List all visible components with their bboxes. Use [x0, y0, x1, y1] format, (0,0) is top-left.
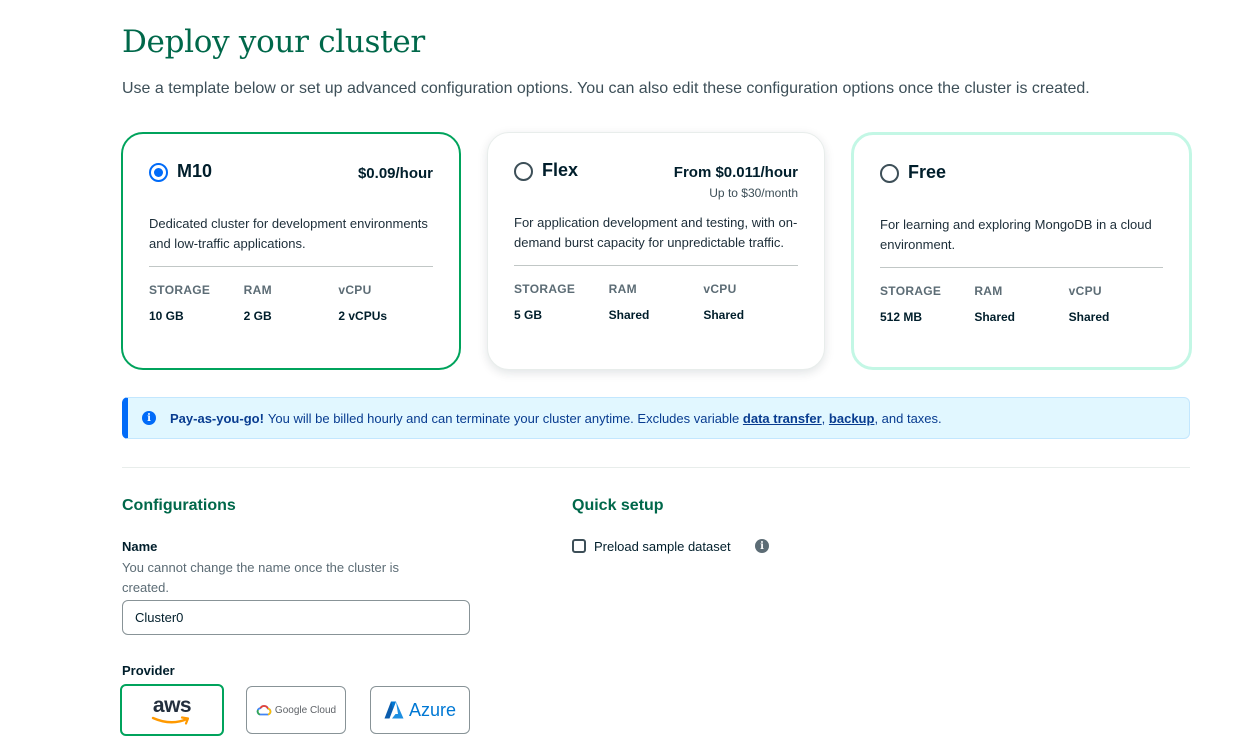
data-transfer-link[interactable]: data transfer	[743, 411, 822, 426]
tier-radio-m10[interactable]	[149, 163, 168, 182]
configurations-title: Configurations	[122, 497, 236, 514]
preload-sample-dataset-checkbox[interactable]	[572, 539, 586, 553]
page-subtitle: Use a template below or set up advanced …	[122, 80, 1090, 97]
info-icon: i	[142, 411, 156, 425]
tier-name: M10	[177, 161, 213, 181]
divider	[514, 265, 798, 266]
spec-value: 2 GB	[243, 309, 272, 323]
billing-banner: i Pay-as-you-go! You will be billed hour…	[122, 397, 1190, 439]
banner-tail: , and taxes.	[874, 410, 942, 426]
spec-vcpu: vCPU 2 vCPUs	[338, 283, 433, 323]
name-label: Name	[122, 539, 158, 554]
tier-card-m10[interactable]: M10 $0.09/hour Dedicated cluster for dev…	[121, 132, 461, 370]
tier-specs: STORAGE 10 GB RAM 2 GB vCPU 2 vCPUs	[149, 283, 433, 323]
tier-radio-free[interactable]	[880, 164, 899, 183]
spec-value: 2 vCPUs	[338, 309, 388, 323]
spec-storage: STORAGE 512 MB	[880, 284, 974, 324]
spec-storage: STORAGE 10 GB	[149, 283, 244, 323]
tier-description: For application development and testing,…	[514, 215, 798, 250]
google-cloud-icon	[256, 705, 272, 716]
provider-label: Provider	[122, 663, 175, 678]
aws-logo-text: aws	[152, 693, 192, 717]
info-icon[interactable]: i	[755, 539, 769, 553]
divider	[880, 267, 1163, 268]
tier-card-flex[interactable]: Flex From $0.011/hour Up to $30/month Fo…	[487, 132, 825, 370]
name-help-text: You cannot change the name once the clus…	[122, 560, 400, 595]
banner-text: You will be billed hourly and can termin…	[267, 410, 740, 426]
spec-value: 10 GB	[149, 309, 184, 323]
spec-label: STORAGE	[514, 282, 576, 296]
banner-separator: ,	[821, 410, 826, 426]
spec-label: vCPU	[703, 282, 737, 296]
spec-ram: RAM 2 GB	[244, 283, 339, 323]
tier-description: For learning and exploring MongoDB in a …	[880, 217, 1152, 252]
azure-text: Azure	[408, 699, 457, 720]
spec-label: STORAGE	[880, 284, 942, 298]
tier-specs: STORAGE 5 GB RAM Shared vCPU Shared	[514, 282, 798, 322]
tier-description: Dedicated cluster for development enviro…	[149, 216, 428, 251]
spec-label: RAM	[974, 284, 1003, 298]
cluster-name-input[interactable]	[122, 600, 470, 635]
spec-label: RAM	[608, 282, 637, 296]
divider	[149, 266, 433, 267]
spec-label: RAM	[243, 283, 272, 297]
spec-value: Shared	[608, 308, 650, 322]
aws-smile-icon	[151, 715, 190, 725]
tier-subprice: Up to $30/month	[709, 186, 798, 200]
spec-value: 512 MB	[880, 310, 923, 324]
banner-heading: Pay-as-you-go!	[170, 410, 264, 426]
azure-icon	[384, 701, 404, 719]
preload-sample-dataset-label[interactable]: Preload sample dataset	[594, 539, 731, 554]
spec-value: 5 GB	[514, 308, 543, 322]
spec-value: Shared	[703, 308, 745, 322]
tier-price: From $0.011/hour	[673, 164, 798, 181]
tier-card-free[interactable]: Free For learning and exploring MongoDB …	[851, 132, 1192, 370]
backup-link[interactable]: backup	[829, 411, 875, 426]
tier-name: Free	[908, 162, 947, 182]
spec-vcpu: vCPU Shared	[703, 282, 798, 322]
spec-ram: RAM Shared	[609, 282, 704, 322]
azure-logo-icon: Azure	[384, 700, 456, 721]
spec-value: Shared	[1068, 310, 1110, 324]
spec-label: STORAGE	[149, 283, 211, 297]
section-divider	[122, 467, 1190, 468]
quick-setup-title: Quick setup	[572, 497, 664, 514]
tier-name: Flex	[542, 160, 579, 180]
spec-label: vCPU	[338, 283, 372, 297]
google-cloud-logo-icon: Google Cloud	[256, 704, 336, 716]
spec-value: Shared	[974, 310, 1016, 324]
provider-gcp-button[interactable]: Google Cloud	[246, 686, 346, 734]
tier-specs: STORAGE 512 MB RAM Shared vCPU Shared	[880, 284, 1163, 324]
google-cloud-text: Google Cloud	[274, 704, 337, 716]
provider-azure-button[interactable]: Azure	[370, 686, 470, 734]
spec-vcpu: vCPU Shared	[1069, 284, 1163, 324]
spec-storage: STORAGE 5 GB	[514, 282, 609, 322]
spec-label: vCPU	[1068, 284, 1102, 298]
tier-price: $0.09/hour	[357, 165, 433, 182]
aws-logo-icon: aws	[151, 693, 193, 725]
provider-aws-button[interactable]: aws	[120, 684, 224, 736]
tier-radio-flex[interactable]	[514, 162, 533, 181]
spec-ram: RAM Shared	[974, 284, 1068, 324]
page-title: Deploy your cluster	[122, 24, 425, 60]
